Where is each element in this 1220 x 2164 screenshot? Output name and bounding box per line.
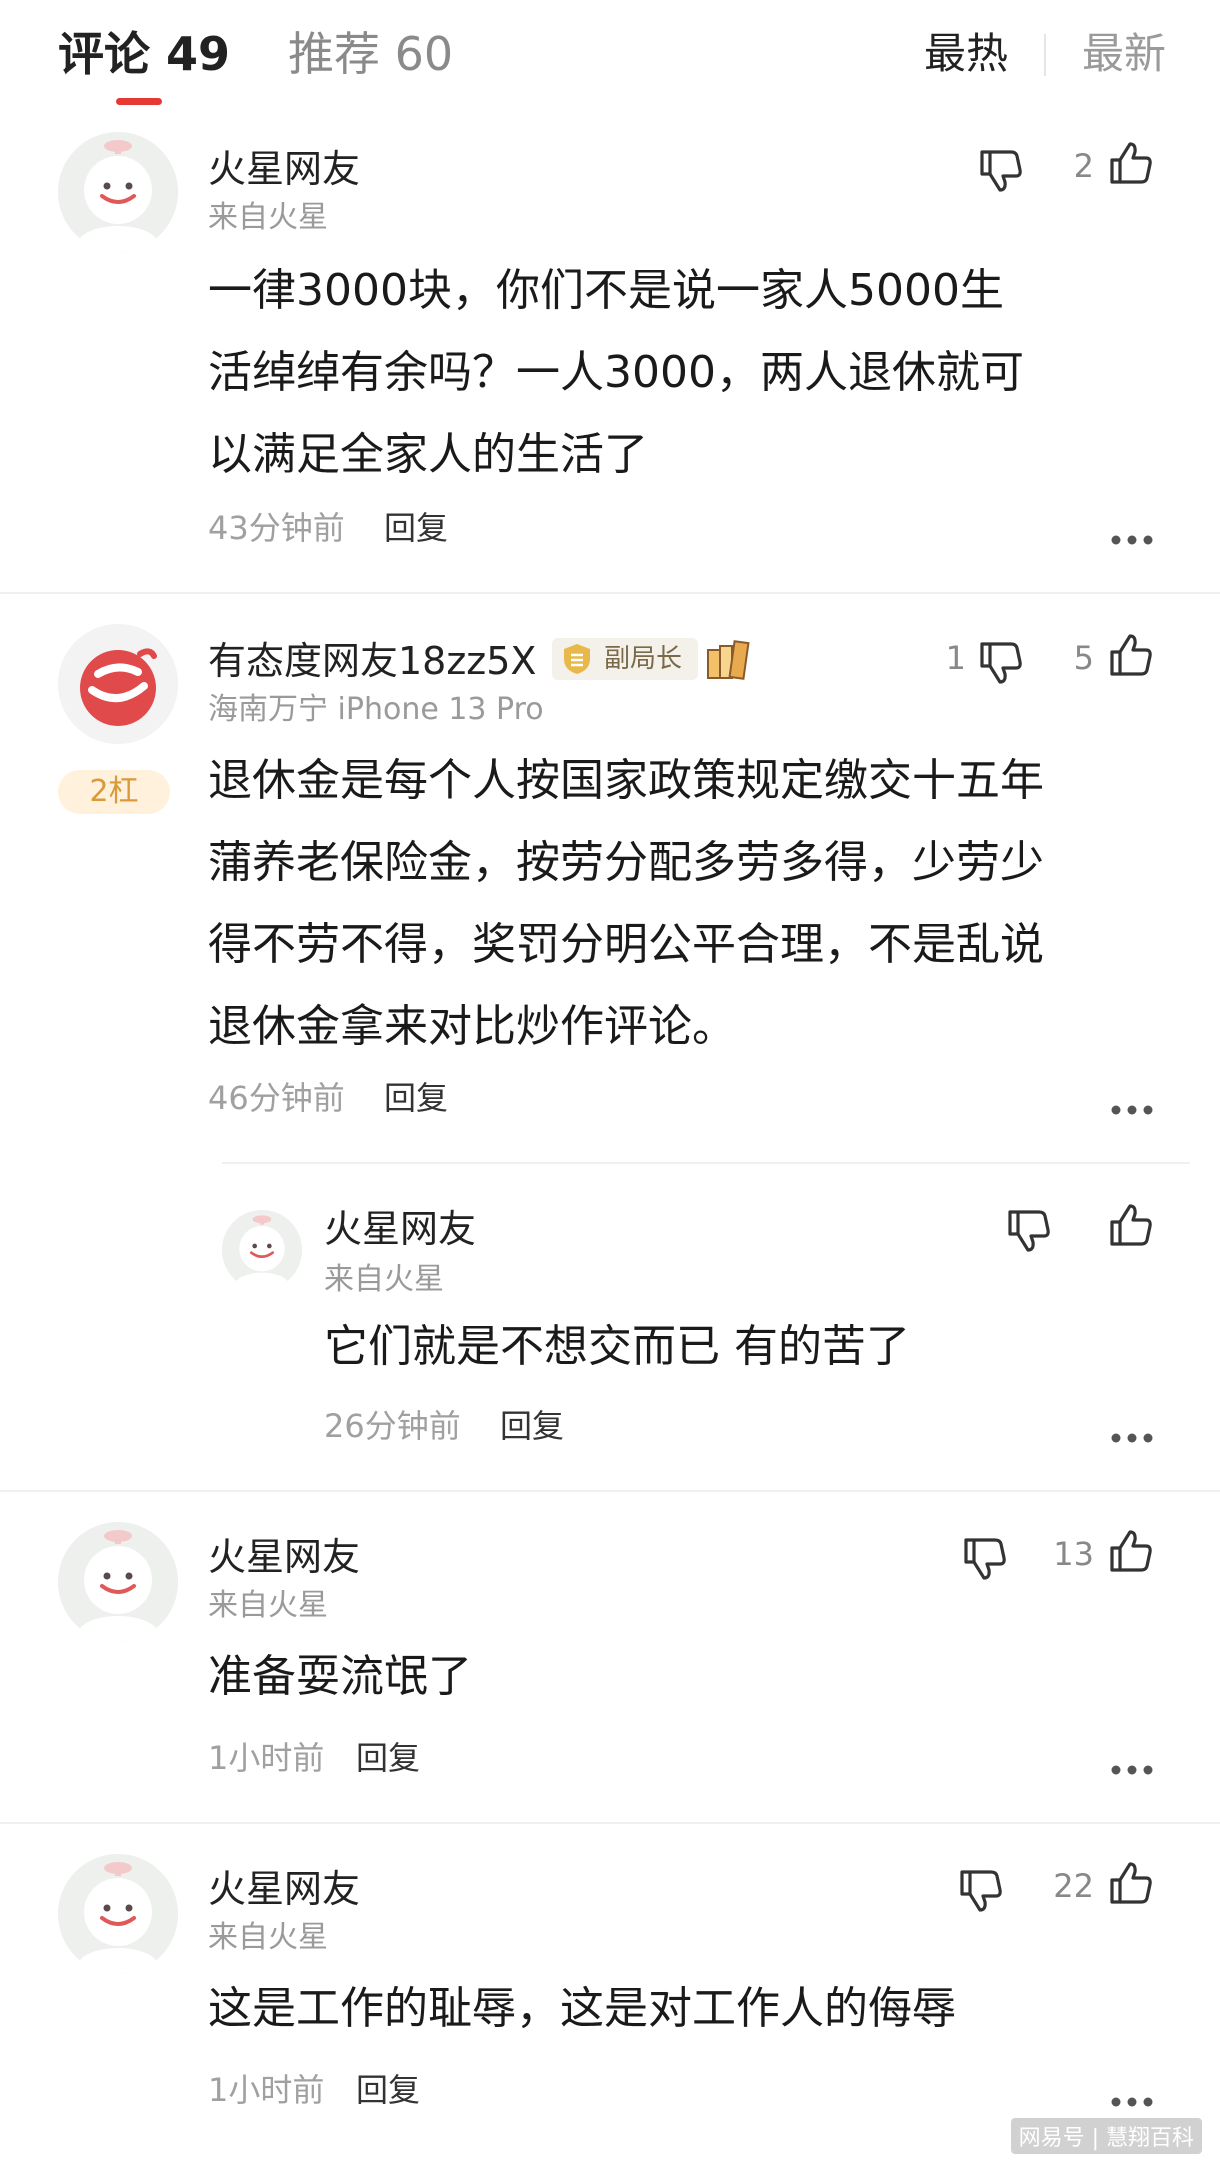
- rank-badge: 2杠: [58, 770, 170, 814]
- more-options-icon[interactable]: [1110, 1432, 1154, 1444]
- more-options-icon[interactable]: [1110, 534, 1154, 546]
- books-icon: [707, 640, 750, 680]
- sort-hot-button[interactable]: 最热: [924, 26, 1008, 82]
- more-options-icon[interactable]: [1110, 2096, 1154, 2108]
- like-count: 2: [1073, 147, 1094, 185]
- mars-avatar-icon: [222, 1210, 302, 1290]
- like-icon[interactable]: [1106, 1526, 1156, 1576]
- avatar[interactable]: [222, 1210, 302, 1290]
- mars-avatar-icon: [58, 132, 178, 252]
- reply-button[interactable]: 回复: [384, 1076, 448, 1120]
- username[interactable]: 火星网友: [324, 1204, 476, 1254]
- avatar[interactable]: [58, 132, 178, 252]
- comment-line: 以满足全家人的生活了: [208, 429, 648, 480]
- reply-button[interactable]: 回复: [384, 506, 448, 550]
- comment-line: 活绰绰有余吗？一人3000，两人退休就可: [208, 347, 1024, 398]
- dislike-icon[interactable]: [960, 1534, 1010, 1584]
- active-tab-indicator: [116, 98, 162, 105]
- like-count: 5: [1073, 639, 1094, 677]
- user-location: 来自火星: [324, 1262, 444, 1297]
- like-icon[interactable]: [1106, 630, 1156, 680]
- user-location: 来自火星: [208, 200, 328, 235]
- comment-line: 它们就是不想交而已 有的苦了: [324, 1321, 910, 1372]
- dislike-icon[interactable]: [976, 146, 1026, 196]
- dislike-icon[interactable]: [1004, 1206, 1054, 1256]
- like-count: 22: [1053, 1867, 1094, 1905]
- like-icon[interactable]: [1106, 138, 1156, 188]
- mars-avatar-icon: [58, 1522, 178, 1642]
- like-icon[interactable]: [1106, 1200, 1156, 1250]
- reply-button[interactable]: 回复: [356, 2068, 420, 2112]
- like-count: 13: [1053, 1535, 1094, 1573]
- like-icon[interactable]: [1106, 1858, 1156, 1908]
- comment-time: 1小时前: [208, 2071, 325, 2109]
- mars-avatar-icon: [58, 1854, 178, 1974]
- reply-button[interactable]: 回复: [356, 1736, 420, 1780]
- divider: [222, 1162, 1190, 1164]
- more-options-icon[interactable]: [1110, 1104, 1154, 1116]
- comment-line: 一律3000块，你们不是说一家人5000生: [208, 265, 1004, 316]
- red-logo-avatar-icon: [58, 624, 178, 744]
- username[interactable]: 火星网友: [208, 144, 360, 194]
- comment-time: 46分钟前: [208, 1079, 345, 1117]
- user-location: 来自火星: [208, 1588, 328, 1623]
- dislike-count: 1: [945, 639, 966, 677]
- user-location: 来自火星: [208, 1920, 328, 1955]
- watermark: 网易号 | 慧翔百科: [1010, 2118, 1202, 2154]
- comment-line: 退休金是每个人按国家政策规定缴交十五年: [208, 755, 1044, 806]
- comment-line: 这是工作的耻辱，这是对工作人的侮辱: [208, 1983, 956, 2034]
- tab-comments[interactable]: 评论 49: [58, 24, 230, 84]
- title-badge-label: 副局长: [604, 644, 683, 674]
- reply-button[interactable]: 回复: [500, 1404, 564, 1448]
- comment-line: 退休金拿来对比炒作评论。: [208, 1001, 736, 1052]
- avatar[interactable]: [58, 624, 178, 744]
- sort-divider: [1044, 34, 1046, 76]
- avatar[interactable]: [58, 1522, 178, 1642]
- more-options-icon[interactable]: [1110, 1764, 1154, 1776]
- divider: [0, 592, 1220, 594]
- comment-line: 准备耍流氓了: [208, 1651, 472, 1702]
- username[interactable]: 火星网友: [208, 1864, 360, 1914]
- title-badge: 副局长: [552, 638, 699, 680]
- dislike-icon[interactable]: [956, 1866, 1006, 1916]
- avatar[interactable]: [58, 1854, 178, 1974]
- tab-recommend[interactable]: 推荐 60: [288, 24, 453, 84]
- comment-time: 26分钟前: [324, 1407, 461, 1445]
- shield-icon: [564, 644, 590, 674]
- divider: [0, 1822, 1220, 1824]
- user-location: 海南万宁 iPhone 13 Pro: [208, 692, 544, 727]
- username[interactable]: 火星网友: [208, 1532, 360, 1582]
- divider: [0, 1490, 1220, 1492]
- sort-new-button[interactable]: 最新: [1082, 26, 1166, 82]
- comment-line: 得不劳不得，奖罚分明公平合理，不是乱说: [208, 919, 1044, 970]
- comment-line: 蒲养老保险金，按劳分配多劳多得，少劳少: [208, 837, 1044, 888]
- username[interactable]: 有态度网友18zz5X: [208, 636, 536, 686]
- comment-time: 43分钟前: [208, 509, 345, 547]
- comment-time: 1小时前: [208, 1739, 325, 1777]
- dislike-icon[interactable]: [976, 638, 1026, 688]
